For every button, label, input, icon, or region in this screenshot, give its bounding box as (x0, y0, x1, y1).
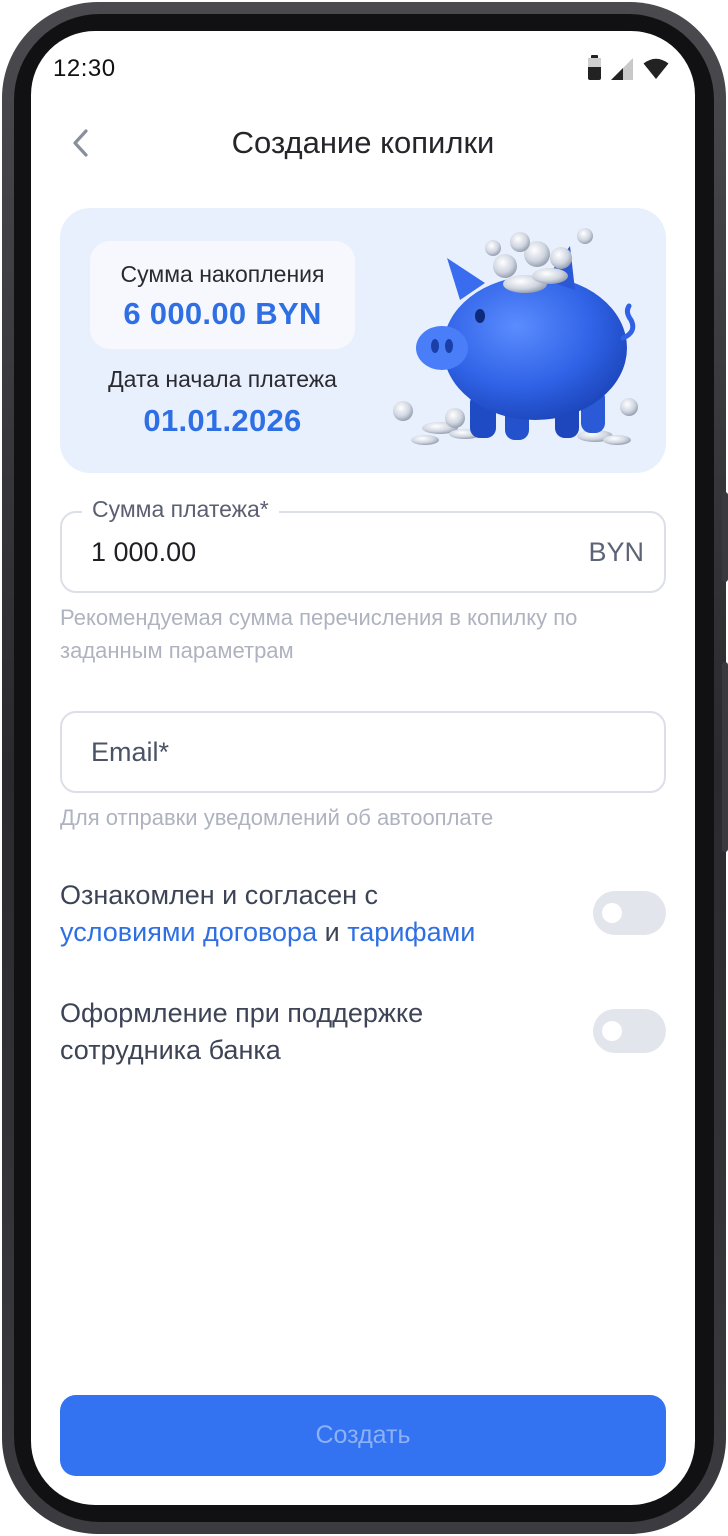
bank-assist-row: Оформление при поддержке сотрудника банк… (60, 995, 666, 1069)
email-input[interactable]: Email* (91, 737, 169, 768)
payment-amount-label: Сумма платежа* (82, 496, 279, 523)
signal-icon (611, 58, 633, 80)
start-date-value: 01.01.2026 (143, 403, 302, 438)
status-bar: 12:30 (31, 31, 695, 103)
piggy-bank-icon (393, 228, 638, 445)
contract-terms-link[interactable]: условиями договора (60, 917, 317, 947)
header: Создание копилки (31, 111, 695, 175)
agreement-text-before: Ознакомлен и согласен с (60, 880, 379, 910)
create-button-label: Создать (315, 1421, 411, 1449)
agreement-toggle[interactable] (593, 891, 666, 935)
battery-icon (588, 55, 601, 80)
bank-assist-toggle-knob (602, 1021, 622, 1041)
savings-summary-card: Сумма накопления 6 000.00 BYN Дата начал… (60, 208, 666, 473)
agreement-toggle-knob (602, 903, 622, 923)
savings-amount-label: Сумма накопления (120, 261, 325, 287)
wifi-icon (643, 58, 669, 79)
app-screen: 12:30 Создание копилки Сумма накопления … (31, 31, 695, 1505)
agreement-conjunction: и (324, 917, 340, 947)
email-field[interactable]: Email* (60, 711, 666, 793)
start-date-label: Дата начала платежа (108, 366, 337, 392)
payment-amount-hint: Рекомендуемая сумма перечисления в копил… (60, 605, 578, 663)
status-icons (588, 55, 669, 81)
tariffs-link[interactable]: тарифами (347, 917, 475, 947)
payment-amount-input[interactable]: 1 000.00 (91, 537, 196, 568)
start-date-block: Дата начала платежа 01.01.2026 (90, 366, 355, 439)
savings-amount-value: 6 000.00 BYN (123, 296, 322, 331)
savings-amount-box: Сумма накопления 6 000.00 BYN (90, 241, 355, 349)
status-time: 12:30 (53, 55, 116, 82)
bank-assist-text: Оформление при поддержке сотрудника банк… (60, 998, 424, 1065)
page-title: Создание копилки (231, 125, 495, 160)
volume-button (722, 662, 728, 852)
payment-currency: BYN (588, 537, 644, 567)
create-button[interactable]: Создать (60, 1395, 666, 1476)
bank-assist-toggle[interactable] (593, 1009, 666, 1053)
power-button (722, 492, 728, 582)
agreement-row: Ознакомлен и согласен с условиями догово… (60, 877, 666, 951)
payment-amount-field[interactable]: Сумма платежа* 1 000.00 BYN (60, 496, 666, 593)
agreement-text: Ознакомлен и согласен с условиями догово… (60, 877, 560, 951)
email-hint: Для отправки уведомлений об автооплате (60, 805, 494, 830)
